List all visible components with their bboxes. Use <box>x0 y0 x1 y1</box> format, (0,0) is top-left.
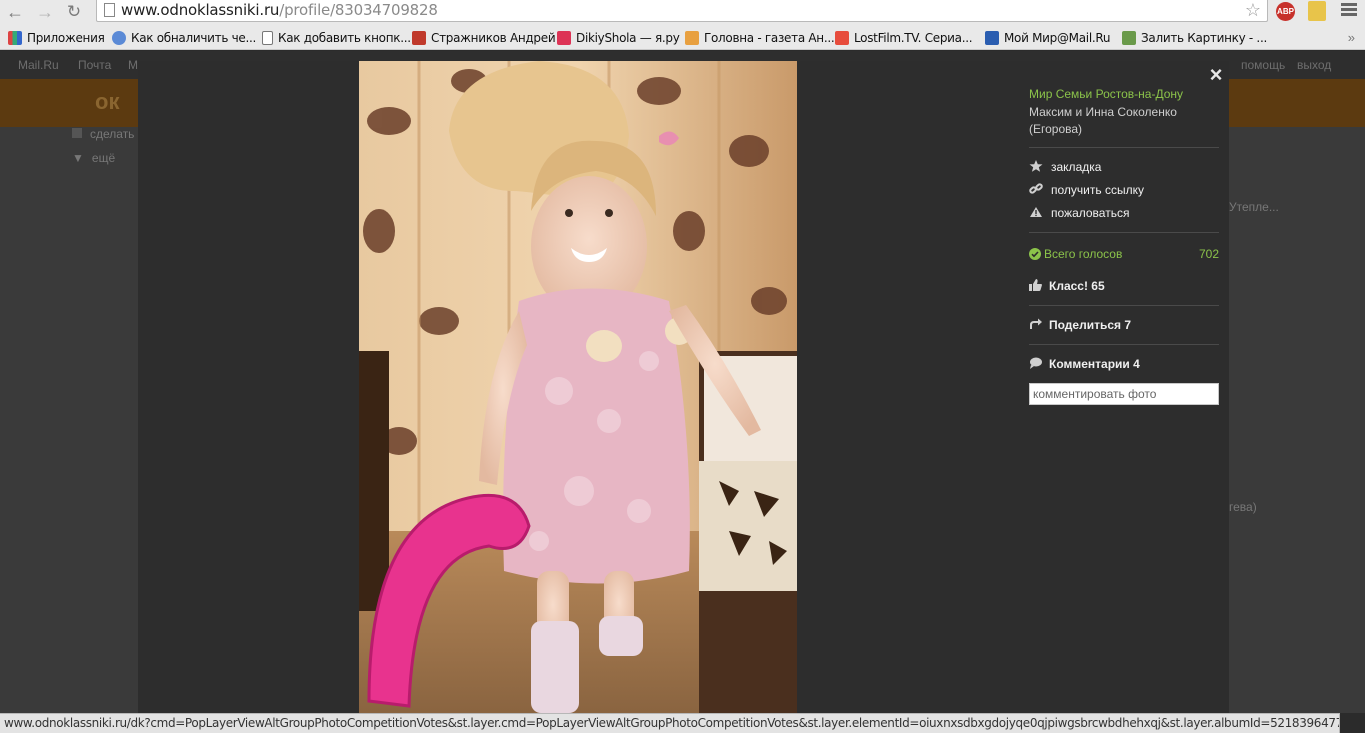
extension-icon[interactable] <box>1308 1 1326 21</box>
divider <box>1029 147 1219 148</box>
bookmark-label: Приложения <box>27 31 105 45</box>
globe-icon <box>112 31 126 45</box>
get-link-action[interactable]: получить ссылку <box>1029 183 1144 197</box>
apps-grid-icon <box>8 31 22 45</box>
url-text[interactable]: www.odnoklassniki.ru/profile/83034709828 <box>121 1 438 19</box>
bookmark-item[interactable]: DikiyShola — я.ру <box>557 29 680 47</box>
adblock-icon[interactable]: ABP <box>1276 2 1295 21</box>
link-icon <box>1029 183 1043 194</box>
votes-link[interactable]: Всего голосов <box>1029 247 1122 261</box>
side-item[interactable]: ▼ ещё <box>72 151 115 165</box>
bookmark-item[interactable]: Мой Мир@Mail.Ru <box>985 29 1110 47</box>
share-label: Поделиться 7 <box>1049 318 1132 332</box>
grid-icon <box>72 128 82 138</box>
report-action[interactable]: пожаловаться <box>1029 206 1129 220</box>
votes-count: 702 <box>1198 247 1219 261</box>
side-item[interactable]: сделать <box>72 127 134 141</box>
votes-label: Всего голосов <box>1044 247 1123 261</box>
star-icon <box>1029 160 1043 172</box>
browser-toolbar: ← → ↻ www.odnoklassniki.ru/profile/83034… <box>0 0 1365 26</box>
divider <box>1029 344 1219 345</box>
comments-button[interactable]: Комментарии 4 <box>1029 357 1140 371</box>
mail-m-icon <box>412 31 426 45</box>
right-hint: Утепле... <box>1229 200 1279 214</box>
bookmark-item[interactable]: LostFilm.TV. Сериа... <box>835 29 973 47</box>
comment-input[interactable] <box>1029 383 1219 405</box>
bookmark-action[interactable]: закладка <box>1029 160 1101 174</box>
bookmark-star-icon[interactable]: ☆ <box>1245 0 1261 21</box>
forward-arrow-icon[interactable]: → <box>34 1 56 23</box>
comment-bubble-icon <box>1030 357 1042 369</box>
browser-menu-icon[interactable] <box>1341 3 1357 19</box>
bookmark-label: DikiyShola — я.ру <box>576 31 680 45</box>
get-link-label: получить ссылку <box>1051 183 1144 197</box>
url-host: www.odnoklassniki.ru <box>121 1 280 19</box>
photo[interactable] <box>359 61 797 713</box>
bookmark-label: Как добавить кнопк... <box>278 31 411 45</box>
image-upload-icon <box>1122 31 1136 45</box>
topbar-link[interactable]: помощь <box>1241 58 1285 72</box>
warning-icon <box>1030 207 1042 217</box>
bookmark-item[interactable]: Как обналичить че... <box>112 29 256 47</box>
author-name[interactable]: Максим и Инна Соколенко (Егорова) <box>1029 104 1219 138</box>
close-icon[interactable]: × <box>1206 64 1226 86</box>
divider <box>1029 305 1219 306</box>
side-item-label: сделать <box>90 127 135 141</box>
bookmark-apps[interactable]: Приложения <box>8 29 105 47</box>
share-button[interactable]: Поделиться 7 <box>1029 318 1131 332</box>
bookmark-item[interactable]: Как добавить кнопк... <box>262 29 411 47</box>
ok-logo-icon: ок <box>95 89 120 114</box>
bookmark-label: закладка <box>1051 160 1102 174</box>
class-label: Класс! 65 <box>1049 279 1105 293</box>
bookmark-item[interactable]: Головна - газета Ан... <box>685 29 835 47</box>
check-circle-icon <box>1029 248 1041 260</box>
bookmark-label: Головна - газета Ан... <box>704 31 835 45</box>
topbar-link[interactable]: М <box>128 58 138 72</box>
bookmark-label: Как обналичить че... <box>131 31 257 45</box>
status-bar: www.odnoklassniki.ru/dk?cmd=PopLayerView… <box>0 713 1340 733</box>
url-path: /profile/83034709828 <box>279 1 438 19</box>
reload-icon[interactable]: ↻ <box>63 1 85 23</box>
topbar-link[interactable]: Почта <box>78 58 111 72</box>
triangle-down-icon: ▼ <box>72 151 84 165</box>
newspaper-icon <box>685 31 699 45</box>
bookmark-label: LostFilm.TV. Сериа... <box>854 31 973 45</box>
divider <box>1029 232 1219 233</box>
thumbs-up-icon <box>1029 279 1042 291</box>
yaru-icon <box>557 31 571 45</box>
topbar-link[interactable]: Mail.Ru <box>18 58 59 72</box>
bookmarks-bar: Приложения Как обналичить че... Как доба… <box>0 26 1365 50</box>
photo-layer: × Мир Семьи Ростов-на-Дону Максим и Инна… <box>138 61 1229 713</box>
side-item-label: ещё <box>91 151 116 165</box>
address-bar[interactable]: www.odnoklassniki.ru/profile/83034709828… <box>96 0 1268 22</box>
group-link[interactable]: Мир Семьи Ростов-на-Дону <box>1029 87 1183 101</box>
back-arrow-icon[interactable]: ← <box>4 1 26 23</box>
right-hint: гева) <box>1229 500 1257 514</box>
class-button[interactable]: Класс! 65 <box>1029 279 1105 293</box>
page-icon <box>262 31 273 45</box>
share-arrow-icon <box>1030 318 1042 329</box>
bookmark-label: Стражников Андрей <box>431 31 556 45</box>
bookmarks-overflow-button[interactable]: » <box>1348 30 1355 45</box>
topbar-link[interactable]: выход <box>1297 58 1331 72</box>
moimir-icon <box>985 31 999 45</box>
bookmark-item[interactable]: Залить Картинку - ... <box>1122 29 1267 47</box>
lostfilm-icon <box>835 31 849 45</box>
bookmark-label: Мой Мир@Mail.Ru <box>1004 31 1111 45</box>
bookmark-item[interactable]: Стражников Андрей <box>412 29 556 47</box>
comments-label: Комментарии 4 <box>1049 357 1140 371</box>
report-label: пожаловаться <box>1051 206 1130 220</box>
page-icon <box>104 3 115 17</box>
bookmark-label: Залить Картинку - ... <box>1141 31 1267 45</box>
photo-image <box>359 61 797 713</box>
